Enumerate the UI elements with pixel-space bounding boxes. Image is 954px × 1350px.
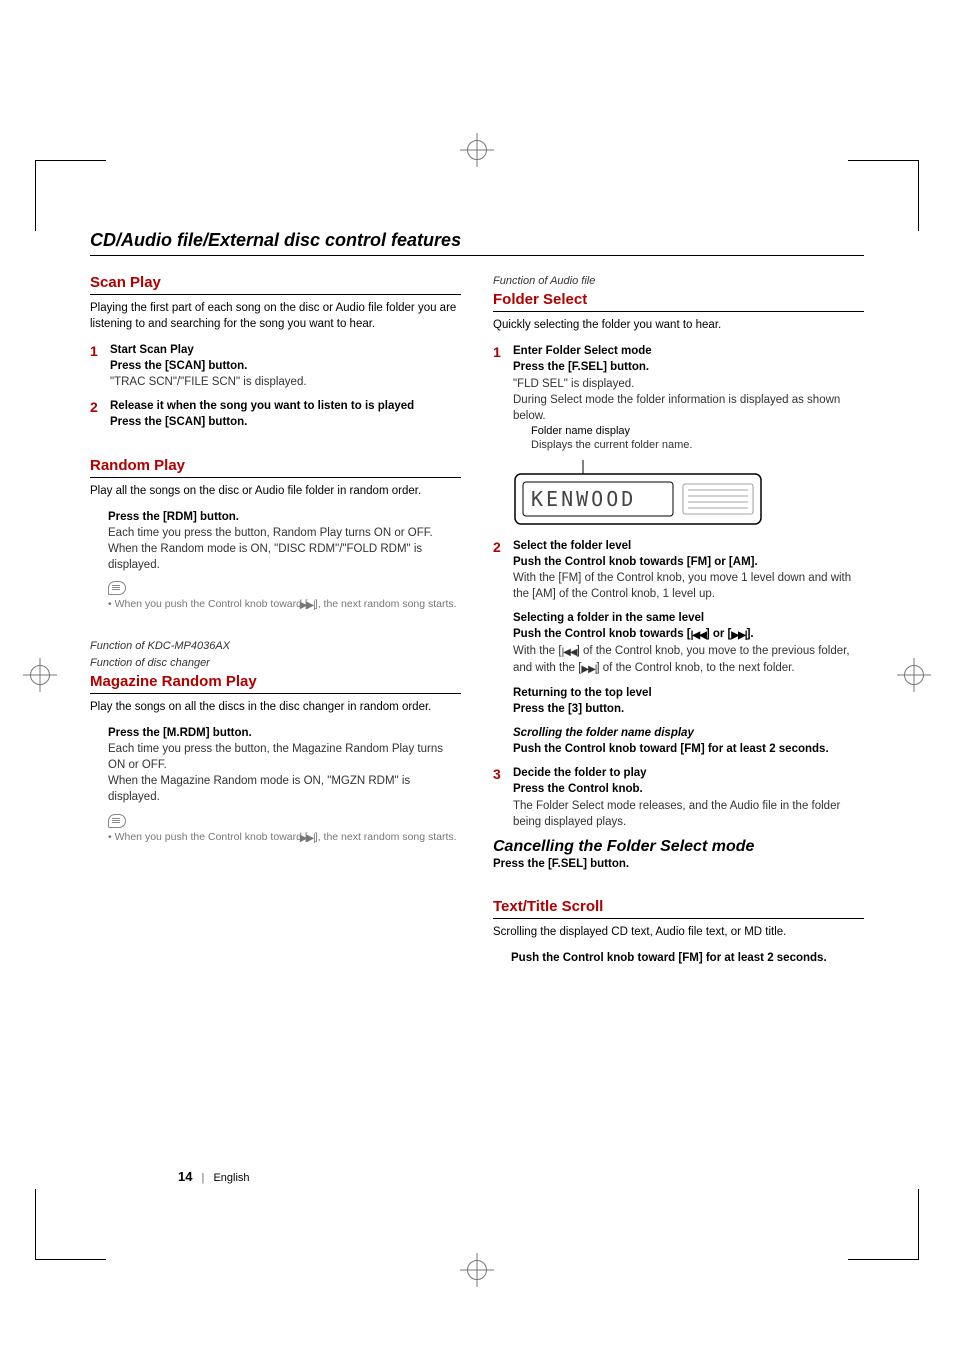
scroll-folder-title: Scrolling the folder name display	[513, 725, 864, 741]
note-text: • When you push the Control knob toward …	[108, 831, 308, 843]
random-play-intro: Play all the songs on the disc or Audio …	[90, 484, 461, 500]
same-level-action: Push the Control knob towards [|◀◀] or […	[513, 626, 864, 643]
next-track-icon: ▶▶|	[581, 663, 596, 677]
step-action: Press the Control knob.	[513, 781, 864, 797]
function-note: Function of disc changer	[90, 656, 461, 671]
return-top-title: Returning to the top level	[513, 685, 864, 701]
step-action: Press the [F.SEL] button.	[513, 359, 864, 375]
folder-select-heading: Folder Select	[493, 291, 864, 312]
lcd-display-illustration: KENWOOD	[513, 460, 864, 526]
magazine-random-play-text1: Each time you press the button, the Maga…	[108, 741, 461, 773]
step-text: "TRAC SCN"/"FILE SCN" is displayed.	[110, 374, 461, 390]
random-play-heading: Random Play	[90, 457, 461, 478]
note-text: ], the next random song starts.	[315, 831, 457, 843]
step-title: Start Scan Play	[110, 342, 461, 358]
same-level-title: Selecting a folder in the same level	[513, 610, 864, 626]
scan-play-block: Scan Play Playing the first part of each…	[90, 274, 461, 431]
magazine-random-play-note: • When you push the Control knob toward …	[90, 830, 461, 846]
step-action: Press the [SCAN] button.	[110, 358, 461, 374]
random-play-block: Random Play Play all the songs on the di…	[90, 457, 461, 613]
text: ] of the Control knob, to the next folde…	[596, 662, 794, 674]
note-text: ], the next random song starts.	[315, 598, 457, 610]
crop-mark-tr	[848, 160, 919, 231]
random-play-note: • When you push the Control knob toward …	[90, 597, 461, 613]
random-play-action: Press the [RDM] button.	[108, 509, 461, 525]
right-column: Function of Audio file Folder Select Qui…	[493, 274, 864, 992]
prev-track-icon: |◀◀	[562, 646, 577, 660]
folder-select-step-1: 1 Enter Folder Select mode Press the [F.…	[493, 343, 864, 529]
step-text: With the [FM] of the Control knob, you m…	[513, 570, 864, 602]
same-level-text: With the [|◀◀] of the Control knob, you …	[513, 643, 864, 677]
step-action: Push the Control knob towards [FM] or [A…	[513, 554, 864, 570]
lcd-text: KENWOOD	[531, 487, 636, 511]
folder-name-display-sub: Displays the current folder name.	[513, 438, 864, 453]
magazine-random-play-text2: When the Magazine Random mode is ON, "MG…	[108, 773, 461, 805]
step-number: 2	[90, 398, 102, 430]
cancel-folder-select-title: Cancelling the Folder Select mode	[493, 838, 864, 856]
scan-play-step-1: 1 Start Scan Play Press the [SCAN] butto…	[90, 342, 461, 390]
crop-mark-tl	[35, 160, 106, 231]
page-language: English	[213, 1172, 249, 1184]
step-number: 1	[493, 343, 505, 529]
folder-select-block: Function of Audio file Folder Select Qui…	[493, 274, 864, 872]
step-number: 3	[493, 765, 505, 829]
text-title-scroll-block: Text/Title Scroll Scrolling the displaye…	[493, 898, 864, 967]
next-track-icon: ▶▶|	[308, 832, 315, 846]
random-play-text1: Each time you press the button, Random P…	[108, 525, 461, 541]
folder-select-intro: Quickly selecting the folder you want to…	[493, 318, 864, 334]
left-column: Scan Play Playing the first part of each…	[90, 274, 461, 992]
cancel-folder-select-action: Press the [F.SEL] button.	[493, 858, 629, 870]
text: With the [	[513, 645, 562, 657]
step-text: The Folder Select mode releases, and the…	[513, 798, 864, 830]
crop-mark-br	[848, 1189, 919, 1260]
step-text: "FLD SEL" is displayed.	[513, 376, 864, 392]
scan-play-intro: Playing the first part of each song on t…	[90, 301, 461, 332]
text: ].	[747, 628, 754, 640]
note-icon	[108, 581, 126, 595]
function-note: Function of KDC-MP4036AX	[90, 639, 461, 654]
step-number: 1	[90, 342, 102, 390]
page-footer: 14 | English	[178, 1169, 250, 1184]
scroll-folder-action: Push the Control knob toward [FM] for at…	[513, 741, 864, 757]
footer-separator: |	[202, 1172, 205, 1184]
folder-name-display-label: Folder name display	[513, 424, 864, 438]
text: Push the Control knob towards [	[513, 628, 691, 640]
step-title: Decide the folder to play	[513, 765, 864, 781]
step-text: During Select mode the folder informatio…	[513, 392, 864, 424]
folder-select-step-2: 2 Select the folder level Push the Contr…	[493, 538, 864, 758]
next-track-icon: ▶▶|	[308, 599, 315, 613]
scan-play-heading: Scan Play	[90, 274, 461, 295]
text-title-scroll-action: Push the Control knob toward [FM] for at…	[511, 950, 864, 966]
step-action: Press the [SCAN] button.	[110, 414, 461, 430]
next-track-icon: ▶▶|	[731, 629, 746, 643]
page-number: 14	[178, 1169, 192, 1184]
magazine-random-play-intro: Play the songs on all the discs in the d…	[90, 700, 461, 716]
magazine-random-play-action: Press the [M.RDM] button.	[108, 725, 461, 741]
function-note: Function of Audio file	[493, 274, 864, 289]
random-play-text2: When the Random mode is ON, "DISC RDM"/"…	[108, 541, 461, 573]
return-top-action: Press the [3] button.	[513, 701, 864, 717]
registration-mark-left	[30, 665, 50, 685]
page-section-title: CD/Audio file/External disc control feat…	[90, 230, 864, 256]
folder-select-step-3: 3 Decide the folder to play Press the Co…	[493, 765, 864, 829]
registration-mark-right	[904, 665, 924, 685]
registration-mark-top	[467, 140, 487, 160]
step-title: Select the folder level	[513, 538, 864, 554]
text-title-scroll-heading: Text/Title Scroll	[493, 898, 864, 919]
text: ] or [	[706, 628, 732, 640]
crop-mark-bl	[35, 1189, 106, 1260]
magazine-random-play-block: Function of KDC-MP4036AX Function of dis…	[90, 639, 461, 845]
registration-mark-bottom	[467, 1260, 487, 1280]
magazine-random-play-heading: Magazine Random Play	[90, 673, 461, 694]
step-number: 2	[493, 538, 505, 758]
step-title: Release it when the song you want to lis…	[110, 398, 461, 414]
note-text: • When you push the Control knob toward …	[108, 598, 308, 610]
prev-track-icon: |◀◀	[691, 629, 706, 643]
note-icon	[108, 814, 126, 828]
step-title: Enter Folder Select mode	[513, 343, 864, 359]
text-title-scroll-intro: Scrolling the displayed CD text, Audio f…	[493, 925, 864, 941]
scan-play-step-2: 2 Release it when the song you want to l…	[90, 398, 461, 430]
